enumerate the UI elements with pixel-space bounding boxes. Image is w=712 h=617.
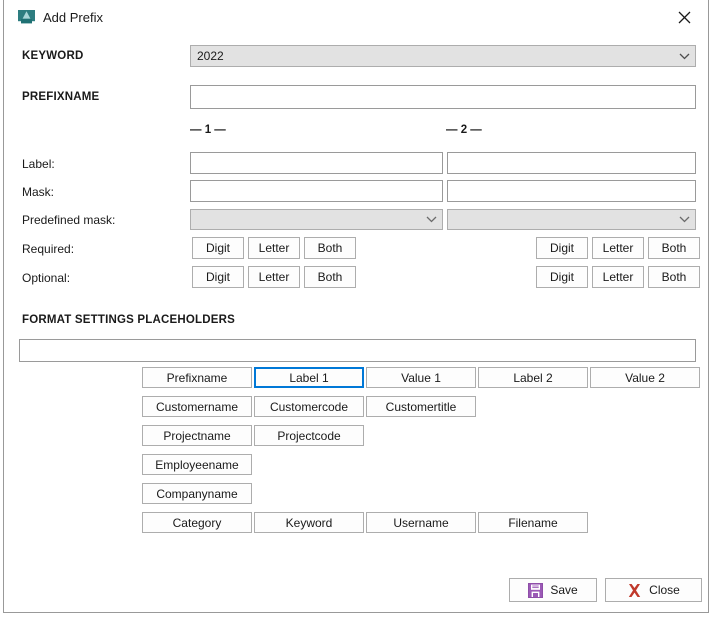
required-1-digit-button[interactable]: Digit: [192, 237, 244, 259]
placeholder-label-1-button[interactable]: Label 1: [254, 367, 364, 388]
title-bar: Add Prefix: [4, 0, 708, 36]
column-2-header: — 2 —: [446, 124, 482, 136]
optional-1-digit-button[interactable]: Digit: [192, 266, 244, 288]
red-x-icon: [627, 583, 642, 598]
chevron-down-icon: [673, 216, 695, 223]
mask-row-label: Mask:: [22, 185, 55, 199]
chevron-down-icon: [673, 53, 695, 60]
close-button[interactable]: Close: [605, 578, 702, 602]
placeholder-customername-button[interactable]: Customername: [142, 396, 252, 417]
placeholder-username-button[interactable]: Username: [366, 512, 476, 533]
optional-2-digit-button[interactable]: Digit: [536, 266, 588, 288]
placeholder-prefixname-button[interactable]: Prefixname: [142, 367, 252, 388]
placeholder-employeename-button[interactable]: Employeename: [142, 454, 252, 475]
placeholder-label-2-button[interactable]: Label 2: [478, 367, 588, 388]
required-2-both-button[interactable]: Both: [648, 237, 700, 259]
prefixname-input[interactable]: [190, 85, 696, 109]
placeholder-customercode-button[interactable]: Customercode: [254, 396, 364, 417]
placeholder-projectname-button[interactable]: Projectname: [142, 425, 252, 446]
predefined-mask-2-select[interactable]: [447, 209, 696, 230]
required-2-digit-button[interactable]: Digit: [536, 237, 588, 259]
optional-row-label: Optional:: [22, 271, 71, 285]
window-title: Add Prefix: [43, 10, 103, 25]
mask-1-input[interactable]: [190, 180, 443, 202]
placeholder-customertitle-button[interactable]: Customertitle: [366, 396, 476, 417]
close-button-label: Close: [649, 583, 680, 597]
placeholder-keyword-button[interactable]: Keyword: [254, 512, 364, 533]
keyword-select-value: 2022: [197, 49, 224, 63]
optional-2-both-button[interactable]: Both: [648, 266, 700, 288]
close-icon[interactable]: [664, 2, 704, 32]
format-settings-header: FORMAT SETTINGS PLACEHOLDERS: [22, 314, 236, 326]
optional-1-letter-button[interactable]: Letter: [248, 266, 300, 288]
optional-2-letter-button[interactable]: Letter: [592, 266, 644, 288]
save-button-label: Save: [550, 583, 578, 597]
label-1-input[interactable]: [190, 152, 443, 174]
predefined-mask-row-label: Predefined mask:: [22, 213, 116, 227]
label-2-input[interactable]: [447, 152, 696, 174]
placeholder-category-button[interactable]: Category: [142, 512, 252, 533]
placeholder-filename-button[interactable]: Filename: [478, 512, 588, 533]
app-logo-icon: [18, 9, 35, 26]
column-1-header: — 1 —: [190, 124, 226, 136]
required-1-both-button[interactable]: Both: [304, 237, 356, 259]
optional-1-both-button[interactable]: Both: [304, 266, 356, 288]
save-button[interactable]: Save: [509, 578, 597, 602]
mask-2-input[interactable]: [447, 180, 696, 202]
label-row-label: Label:: [22, 157, 55, 171]
floppy-disk-icon: [528, 582, 544, 598]
predefined-mask-1-select[interactable]: [190, 209, 443, 230]
add-prefix-dialog: Add Prefix KEYWORD 2022 PREFIXNAME — 1 —…: [3, 0, 709, 613]
format-settings-input[interactable]: [19, 339, 696, 362]
placeholder-value-1-button[interactable]: Value 1: [366, 367, 476, 388]
placeholder-companyname-button[interactable]: Companyname: [142, 483, 252, 504]
placeholder-value-2-button[interactable]: Value 2: [590, 367, 700, 388]
required-row-label: Required:: [22, 242, 75, 256]
chevron-down-icon: [420, 216, 442, 223]
placeholder-projectcode-button[interactable]: Projectcode: [254, 425, 364, 446]
required-1-letter-button[interactable]: Letter: [248, 237, 300, 259]
keyword-select[interactable]: 2022: [190, 45, 696, 67]
required-2-letter-button[interactable]: Letter: [592, 237, 644, 259]
prefixname-header: PREFIXNAME: [22, 91, 100, 103]
keyword-header: KEYWORD: [22, 50, 84, 62]
